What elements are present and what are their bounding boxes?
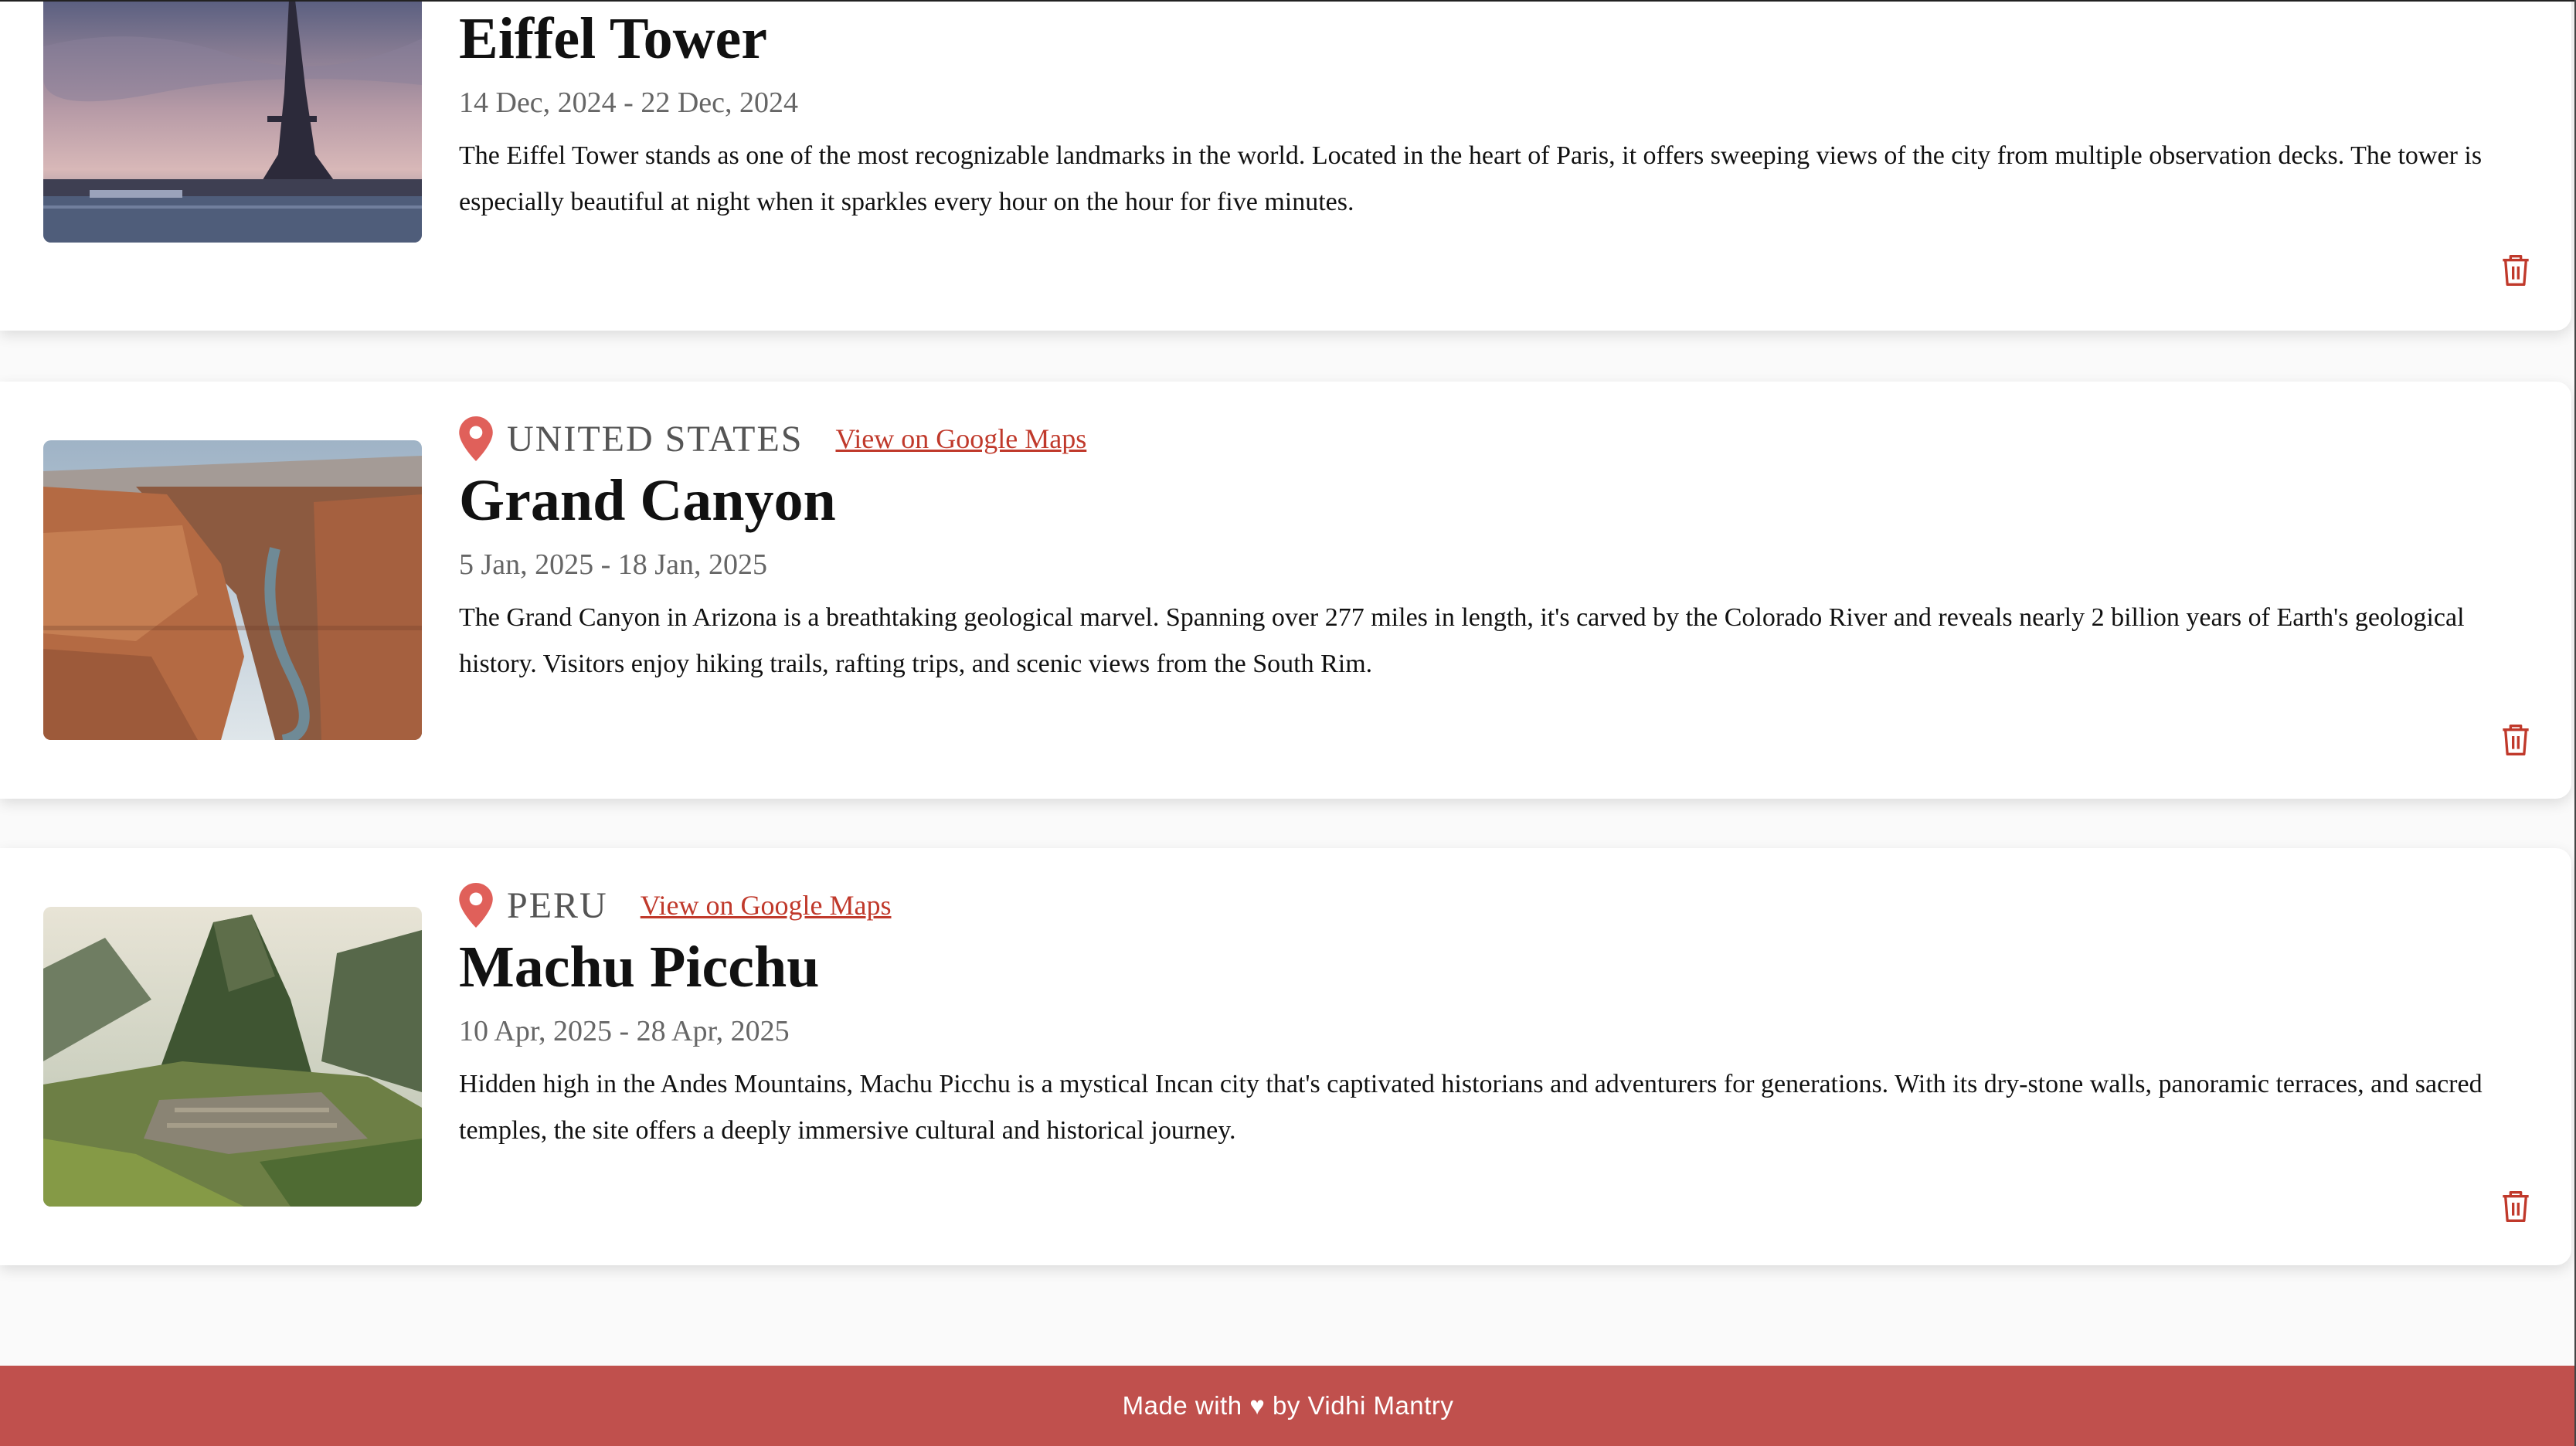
destination-title: Machu Picchu <box>459 935 820 1000</box>
window-top-edge <box>0 0 2576 2</box>
destination-image <box>43 440 422 740</box>
page-footer: Made with ♥ by Vidhi Mantry <box>0 1366 2576 1446</box>
destination-card-machu-picchu: PERU View on Google Maps Machu Picchu 10… <box>0 848 2571 1265</box>
destination-description: The Grand Canyon in Arizona is a breatht… <box>459 603 2465 678</box>
destination-image <box>43 907 422 1207</box>
destination-title: Eiffel Tower <box>459 6 767 71</box>
destination-dates: 14 Dec, 2024 - 22 Dec, 2024 <box>459 87 799 119</box>
footer-credit: Made with ♥ by Vidhi Mantry <box>1122 1391 1454 1420</box>
destination-card-eiffel-tower: Eiffel Tower 14 Dec, 2024 - 22 Dec, 2024… <box>0 0 2571 331</box>
map-pin-icon <box>459 883 493 928</box>
trash-icon <box>2503 254 2529 286</box>
destination-description: Hidden high in the Andes Mountains, Mach… <box>459 1070 2483 1145</box>
eiffel-tower-photo <box>43 0 422 243</box>
trash-icon <box>2503 1190 2529 1222</box>
destination-dates: 10 Apr, 2025 - 28 Apr, 2025 <box>459 1015 790 1047</box>
trash-icon <box>2503 725 2529 755</box>
destination-dates: 5 Jan, 2025 - 18 Jan, 2025 <box>459 548 767 581</box>
location-row: PERU View on Google Maps <box>459 882 2537 928</box>
grand-canyon-photo <box>43 440 422 740</box>
view-on-google-maps-link[interactable]: View on Google Maps <box>641 889 892 922</box>
machu-picchu-photo <box>43 907 422 1207</box>
destination-image <box>43 0 422 243</box>
destination-title: Grand Canyon <box>459 468 836 533</box>
destination-description: The Eiffel Tower stands as one of the mo… <box>459 141 2483 216</box>
destination-country: UNITED STATES <box>507 418 804 460</box>
map-pin-icon <box>459 416 493 461</box>
destination-card-grand-canyon: UNITED STATES View on Google Maps Grand … <box>0 382 2571 799</box>
delete-button[interactable] <box>2500 1190 2531 1224</box>
view-on-google-maps-link[interactable]: View on Google Maps <box>835 423 1086 455</box>
delete-button[interactable] <box>2500 723 2531 757</box>
location-row: UNITED STATES View on Google Maps <box>459 416 2537 462</box>
destination-country: PERU <box>507 884 608 926</box>
delete-button[interactable] <box>2500 253 2531 287</box>
